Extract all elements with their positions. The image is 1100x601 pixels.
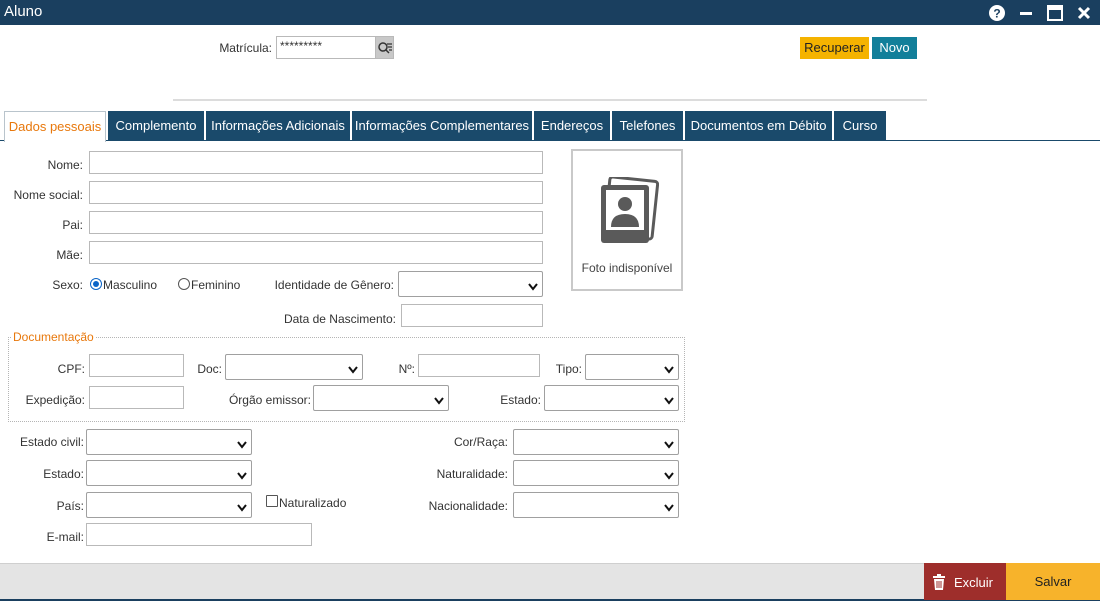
naturalidade-label: Naturalidade: [436,467,508,481]
nacionalidade-label: Nacionalidade: [428,499,508,513]
tab-complemento[interactable]: Complemento [108,111,204,141]
nacionalidade-select[interactable] [513,492,679,518]
estado-civil-label: Estado civil: [19,435,84,449]
pais-select[interactable] [86,492,252,518]
excluir-button[interactable]: Excluir [924,563,1006,600]
matricula-input[interactable]: ********* [276,36,376,59]
estado-doc-label: Estado: [500,393,541,407]
numero-label: Nº: [398,362,415,376]
chevron-down-icon [237,438,247,452]
pais-label: País: [56,499,84,513]
cpf-input[interactable] [89,354,184,377]
chevron-down-icon [237,501,247,515]
mae-label: Mãe: [56,248,83,262]
identidade-genero-select[interactable] [398,271,543,297]
estado-civil-select[interactable] [86,429,252,455]
header-divider [173,99,927,101]
email-input[interactable] [86,523,312,546]
chevron-down-icon [237,469,247,483]
cor-raca-select[interactable] [513,429,679,455]
recuperar-button[interactable]: Recuperar [800,37,869,59]
estado-select[interactable] [86,460,252,486]
estado-label: Estado: [43,467,84,481]
email-label: E-mail: [46,530,84,544]
expedicao-label: Expedição: [25,393,85,407]
pai-label: Pai: [62,218,83,232]
naturalidade-select[interactable] [513,460,679,486]
maximize-icon[interactable] [1046,4,1064,22]
photo-placeholder-icon [597,175,660,248]
tab-curso[interactable]: Curso [834,111,886,141]
tipo-label: Tipo: [555,362,582,376]
tab-dados-pessoais[interactable]: Dados pessoais [4,111,106,142]
feminino-label: Feminino [191,278,241,292]
tab-enderecos[interactable]: Endereços [534,111,610,141]
documentacao-legend: Documentação [11,330,96,344]
chevron-down-icon [528,280,538,294]
expedicao-input[interactable] [89,386,184,409]
trash-icon [932,574,946,593]
mae-input[interactable] [89,241,543,264]
masculino-label: Masculino [103,278,158,292]
sexo-label: Sexo: [52,278,83,292]
tab-informacoes-adicionais[interactable]: Informações Adicionais [206,111,350,141]
title-bar: Aluno ? [0,0,1100,25]
excluir-label: Excluir [954,575,994,590]
naturalizado-checkbox[interactable] [266,495,278,507]
numero-input[interactable] [418,354,540,377]
salvar-button[interactable]: Salvar [1006,563,1100,600]
matricula-value: ********* [280,39,323,53]
chevron-down-icon [664,363,674,377]
photo-label: Foto indisponível [581,261,673,275]
orgao-emissor-select[interactable] [313,385,449,411]
help-icon[interactable]: ? [988,4,1006,22]
doc-label: Doc: [197,362,222,376]
chevron-down-icon [664,501,674,515]
search-list-button[interactable] [375,36,394,59]
photo-frame[interactable]: Foto indisponível [571,149,683,291]
window-title: Aluno [4,3,43,20]
close-icon[interactable] [1075,4,1093,22]
cor-raca-label: Cor/Raça: [453,435,508,449]
masculino-radio[interactable] [90,278,102,290]
tab-informacoes-complementares[interactable]: Informações Complementares [352,111,532,141]
feminino-radio[interactable] [178,278,190,290]
data-nascimento-label: Data de Nascimento: [283,312,396,326]
cpf-label: CPF: [57,362,85,376]
doc-select[interactable] [225,354,363,380]
chevron-down-icon [664,394,674,408]
tab-documentos-em-debito[interactable]: Documentos em Débito [685,111,832,141]
nome-label: Nome: [47,158,83,172]
estado-doc-select[interactable] [544,385,679,411]
tipo-select[interactable] [585,354,679,380]
minimize-icon[interactable] [1017,4,1035,22]
chevron-down-icon [348,363,358,377]
data-nascimento-input[interactable] [401,304,543,327]
svg-text:?: ? [993,7,1000,21]
nome-social-label: Nome social: [13,188,83,202]
novo-button[interactable]: Novo [872,37,917,59]
naturalizado-label: Naturalizado [279,496,347,510]
pai-input[interactable] [89,211,543,234]
orgao-emissor-label: Órgão emissor: [228,393,311,407]
nome-social-input[interactable] [89,181,543,204]
search-list-icon [377,40,393,59]
chevron-down-icon [664,438,674,452]
identidade-genero-label: Identidade de Gênero: [274,278,394,292]
chevron-down-icon [434,394,444,408]
nome-input[interactable] [89,151,543,174]
tab-telefones[interactable]: Telefones [612,111,683,141]
chevron-down-icon [664,469,674,483]
matricula-label: Matrícula: [219,41,272,55]
